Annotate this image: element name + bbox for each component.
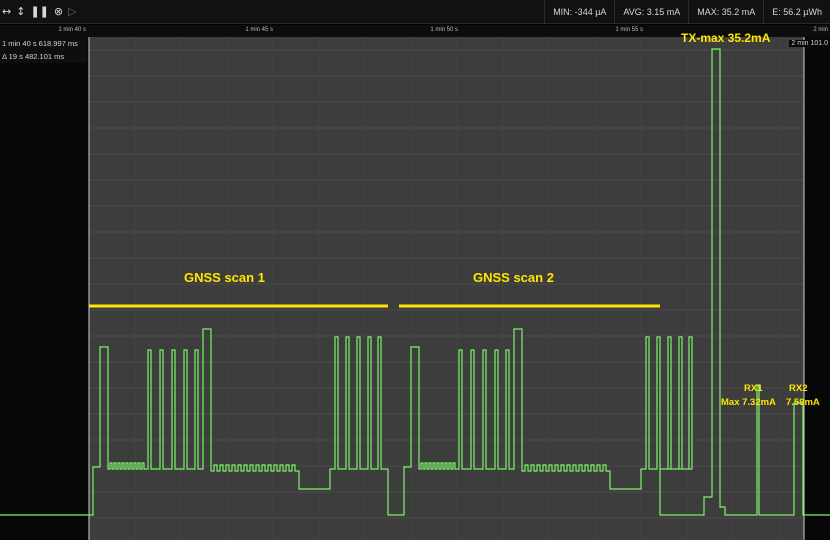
cursor-time: 1 min 40 s 618.997 ms [2, 39, 78, 48]
toolbar-icons: ↔ ↕ ❚❚ ⊗ ▷ [2, 5, 77, 19]
gnss-scan-1-label: GNSS scan 1 [184, 270, 265, 285]
rx2-title: RX2 [789, 383, 808, 394]
pause-icon[interactable]: ❚❚ [30, 5, 48, 19]
time-tick: 1 min 55 s [615, 27, 643, 33]
stat-avg: AVG: 3.15 mA [614, 0, 688, 24]
play-icon[interactable]: ▷ [68, 5, 76, 19]
time-tick: 1 min 50 s [430, 27, 458, 33]
move-vertical-icon[interactable]: ↕ [16, 5, 25, 19]
right-cursor-time: 2 min 101.0 [789, 40, 830, 47]
stat-max: MAX: 35.2 mA [688, 0, 763, 24]
stat-energy: E: 56.2 µWh [763, 0, 830, 24]
rx1-value: Max 7.32mA [721, 397, 776, 408]
tx-max-label: TX-max 35.2mA [681, 31, 771, 45]
gnss-scan-2-label: GNSS scan 2 [473, 270, 554, 285]
close-circle-icon[interactable]: ⊗ [54, 5, 63, 19]
time-tick: 1 min 45 s [245, 27, 273, 33]
rx1-title: RX1 [744, 383, 763, 394]
cursor-delta: Δ 19 s 482.101 ms [2, 52, 65, 61]
time-tick: 2 min [813, 27, 828, 33]
move-horizontal-icon[interactable]: ↔ [2, 5, 11, 19]
stat-min: MIN: -344 µA [544, 0, 614, 24]
toolbar: ↔ ↕ ❚❚ ⊗ ▷ MIN: -344 µA AVG: 3.15 mA MAX… [0, 0, 830, 24]
rx2-value: 7.59mA [786, 397, 820, 408]
stats-bar: MIN: -344 µA AVG: 3.15 mA MAX: 35.2 mA E… [544, 0, 830, 24]
power-profiler-window: ↔ ↕ ❚❚ ⊗ ▷ MIN: -344 µA AVG: 3.15 mA MAX… [0, 0, 830, 540]
time-tick: 1 min 40 s [58, 27, 86, 33]
cursor-info: 1 min 40 s 618.997 ms Δ 19 s 482.101 ms [0, 37, 87, 63]
current-trace-plot[interactable] [0, 37, 830, 540]
